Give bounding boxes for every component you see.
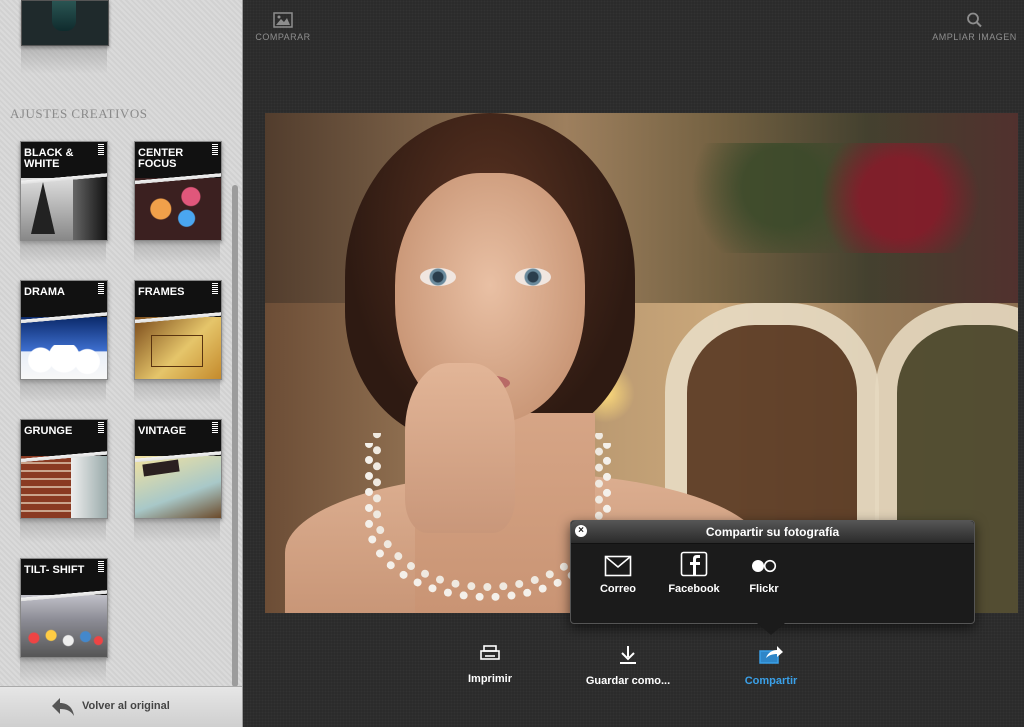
printer-icon: [480, 645, 500, 660]
card-reflection: [20, 380, 106, 404]
card-reflection: [20, 519, 106, 543]
barcode-icon: [212, 422, 218, 434]
effect-center-focus[interactable]: CENTER FOCUS: [134, 141, 222, 241]
effect-frames[interactable]: FRAMES: [134, 280, 222, 380]
compare-label: COMPARAR: [255, 32, 311, 42]
share-email-button[interactable]: Correo: [593, 555, 643, 595]
effect-label: BLACK & WHITE: [24, 147, 74, 170]
search-icon: [966, 12, 982, 28]
back-to-original-button[interactable]: Volver al original: [0, 686, 242, 727]
share-popup-header: × Compartir su fotografía: [571, 521, 974, 544]
print-button[interactable]: Imprimir: [455, 645, 525, 685]
effects-sidebar: AJUSTES CREATIVOS BLACK & WHITE CENTER F…: [0, 0, 243, 727]
effect-label: TILT- SHIFT: [24, 564, 85, 576]
zoom-image-button[interactable]: AMPLIAR IMAGEN: [927, 12, 1022, 42]
cloud-shape: [25, 345, 103, 375]
share-popup: × Compartir su fotografía Correo Faceboo…: [570, 520, 975, 635]
share-flickr-button[interactable]: Flickr: [743, 555, 785, 595]
share-icon: [759, 646, 783, 664]
download-icon: [620, 646, 636, 664]
effect-drama[interactable]: DRAMA: [20, 280, 108, 380]
barcode-icon: [98, 283, 104, 295]
effect-thumbnail-previous[interactable]: [21, 0, 109, 46]
barcode-icon: [98, 422, 104, 434]
effect-label: GRUNGE: [24, 425, 73, 437]
barcode-icon: [212, 283, 218, 295]
photo-background-flowers: [625, 143, 1018, 253]
photo-eye-left: [420, 268, 456, 286]
sidebar-scrollbar[interactable]: [232, 185, 238, 687]
share-email-label: Correo: [599, 583, 637, 595]
photo-hand: [405, 363, 515, 533]
effect-preview: [21, 317, 107, 379]
mail-icon: [604, 555, 632, 577]
barcode-icon: [98, 561, 104, 573]
card-reflection: [20, 658, 106, 682]
effect-label: VINTAGE: [138, 425, 187, 437]
card-reflection: [134, 241, 220, 265]
effect-preview: [21, 595, 107, 657]
eiffel-tower-shape: [31, 182, 55, 234]
card-reflection: [134, 519, 220, 543]
share-button[interactable]: Compartir: [733, 645, 809, 687]
compare-button[interactable]: COMPARAR: [251, 12, 315, 42]
back-arrow-icon: [52, 698, 74, 716]
popup-pointer: [757, 623, 785, 635]
share-label: Compartir: [744, 675, 798, 687]
thumbnail-art: [52, 1, 76, 31]
effect-vintage[interactable]: VINTAGE: [134, 419, 222, 519]
effect-art-frame: [151, 335, 203, 367]
share-popup-title: Compartir su fotografía: [705, 525, 840, 539]
share-flickr-label: Flickr: [749, 583, 779, 595]
effect-black-white[interactable]: BLACK & WHITE: [20, 141, 108, 241]
barcode-icon: [98, 144, 104, 156]
effect-preview: [135, 178, 221, 240]
effect-label: FRAMES: [138, 286, 185, 298]
flickr-icon: [752, 559, 777, 573]
effect-art-wall: [71, 456, 107, 518]
effect-preview: [135, 317, 221, 379]
share-facebook-button[interactable]: Facebook: [663, 551, 725, 595]
effect-art-shade: [73, 178, 107, 240]
effect-label: DRAMA: [24, 286, 65, 298]
save-as-label: Guardar como...: [585, 675, 671, 687]
share-facebook-label: Facebook: [668, 583, 720, 595]
thumbnail-reflection: [21, 46, 107, 74]
effect-label: CENTER FOCUS: [138, 147, 184, 170]
card-reflection: [134, 380, 220, 404]
save-as-button[interactable]: Guardar como...: [578, 645, 678, 687]
effect-art-cars: [21, 625, 107, 651]
effect-tilt-shift[interactable]: TILT- SHIFT: [20, 558, 108, 658]
facebook-icon: [680, 551, 708, 577]
barcode-icon: [212, 144, 218, 156]
effect-grunge[interactable]: GRUNGE: [20, 419, 108, 519]
section-title: AJUSTES CREATIVOS: [10, 106, 148, 121]
zoom-image-label: AMPLIAR IMAGEN: [932, 32, 1017, 42]
back-to-original-label: Volver al original: [82, 700, 170, 712]
print-label: Imprimir: [467, 673, 512, 685]
card-reflection: [20, 241, 106, 265]
image-icon: [273, 12, 293, 28]
effect-preview: [135, 456, 221, 518]
effect-preview: [21, 456, 107, 518]
photo-eye-right: [515, 268, 551, 286]
effect-preview: [21, 178, 107, 240]
